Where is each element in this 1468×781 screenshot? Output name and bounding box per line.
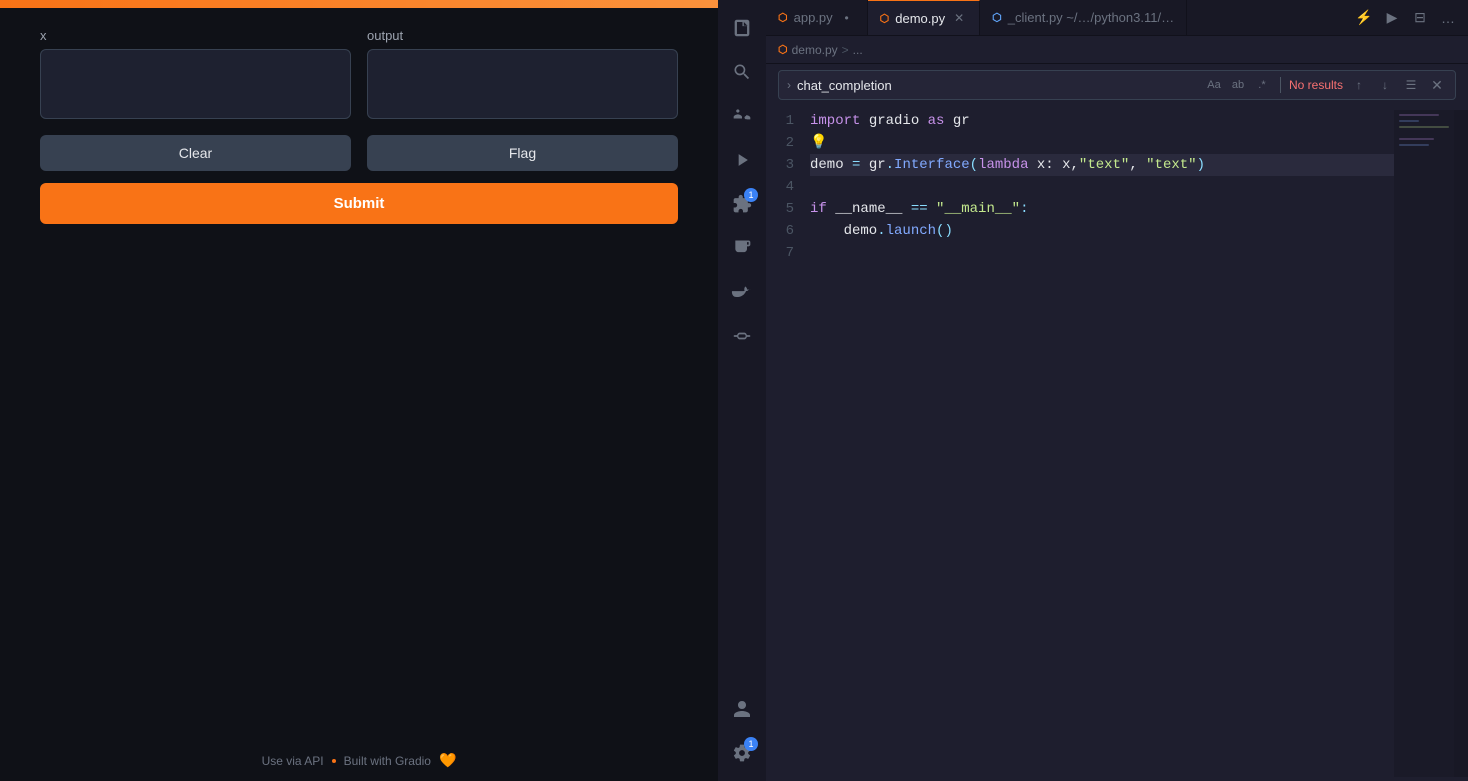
footer-dot1 xyxy=(332,759,336,763)
search-next-btn[interactable]: ↓ xyxy=(1375,75,1395,95)
output-textarea[interactable] xyxy=(367,49,678,119)
output-label: output xyxy=(367,28,678,43)
tab-actions: ⚡ ▶ ⊟ … xyxy=(1344,0,1468,35)
search-options: Aa ab .* xyxy=(1204,75,1272,95)
search-select-all-btn[interactable]: ☰ xyxy=(1401,75,1421,95)
line-num-7: 7 xyxy=(766,242,794,264)
code-line-4 xyxy=(810,176,1394,198)
search-close-btn[interactable]: ✕ xyxy=(1427,75,1447,95)
gradio-input-group-x: x xyxy=(40,28,351,119)
search-separator xyxy=(1280,77,1281,93)
line-num-3: 3 xyxy=(766,154,794,176)
clear-button[interactable]: Clear xyxy=(40,135,351,171)
activity-source-control-icon[interactable] xyxy=(722,96,762,136)
search-bar: › Aa ab .* No results ↑ ↓ ☰ ✕ xyxy=(778,70,1456,100)
extensions-badge: 1 xyxy=(744,188,758,202)
activity-bar: 1 1 xyxy=(718,0,766,781)
remote-tab-btn[interactable]: ⚡ xyxy=(1352,6,1376,30)
gradio-buttons-row: Clear Flag xyxy=(40,135,678,171)
vscode-panel: 1 1 xyxy=(718,0,1468,781)
tab-client-py[interactable]: ⬡ _client.py ~/…/python3.11/… xyxy=(980,0,1187,35)
activity-search-icon[interactable] xyxy=(722,52,762,92)
code-line-5: if __name__ == "__main__": xyxy=(810,198,1394,220)
code-content[interactable]: import gradio as gr 💡 demo = gr.Interfac… xyxy=(806,110,1394,777)
code-line-3: demo = gr.Interface(lambda x: x,"text", … xyxy=(810,154,1394,176)
activity-extensions-icon[interactable]: 1 xyxy=(722,184,762,224)
breadcrumb-icon: ⬡ xyxy=(778,43,788,56)
gradio-footer: Use via API Built with Gradio 🧡 xyxy=(0,752,718,769)
tab-demo-py[interactable]: ⬡ demo.py ✕ xyxy=(868,0,980,35)
gradio-input-group-output: output xyxy=(367,28,678,119)
footer-built-text: Built with Gradio xyxy=(344,754,431,768)
whole-word-btn[interactable]: ab xyxy=(1228,75,1248,95)
tab-py-icon-app: ⬡ xyxy=(778,11,788,24)
code-line-6: demo.launch() xyxy=(810,220,1394,242)
code-line-2: 💡 xyxy=(810,132,1394,154)
activity-settings2-icon[interactable] xyxy=(722,316,762,356)
tab-label-demo: demo.py xyxy=(895,11,945,26)
gradio-panel: x output Clear Flag Submit Use via API B… xyxy=(0,0,718,781)
split-tab-btn[interactable]: ⊟ xyxy=(1408,6,1432,30)
breadcrumb: ⬡ demo.py > ... xyxy=(766,36,1468,64)
activity-run-icon[interactable] xyxy=(722,140,762,180)
code-line-7 xyxy=(810,242,1394,264)
search-input[interactable] xyxy=(797,78,1198,93)
breadcrumb-sep: > xyxy=(842,43,849,57)
tab-label-app: app.py xyxy=(794,10,833,25)
breadcrumb-file[interactable]: demo.py xyxy=(792,43,838,57)
tab-close-demo[interactable]: ✕ xyxy=(951,10,967,26)
more-tab-btn[interactable]: … xyxy=(1436,6,1460,30)
activity-remote-icon[interactable] xyxy=(722,228,762,268)
minimap xyxy=(1394,110,1454,777)
match-case-btn[interactable]: Aa xyxy=(1204,75,1224,95)
code-editor: 1 2 3 4 5 6 7 import gradio as gr 💡 demo… xyxy=(766,106,1468,781)
tab-py-icon-client: ⬡ xyxy=(992,11,1002,24)
scrollbar-area[interactable] xyxy=(1454,110,1468,777)
breadcrumb-section[interactable]: ... xyxy=(853,43,863,57)
flag-button[interactable]: Flag xyxy=(367,135,678,171)
tab-py-icon-demo: ⬡ xyxy=(880,12,890,25)
input-label-x: x xyxy=(40,28,351,43)
activity-gear-icon[interactable]: 1 xyxy=(722,733,762,773)
input-textarea-x[interactable] xyxy=(40,49,351,119)
gear-badge: 1 xyxy=(744,737,758,751)
gradio-content: x output Clear Flag Submit xyxy=(0,8,718,781)
line-num-4: 4 xyxy=(766,176,794,198)
line-num-2: 2 xyxy=(766,132,794,154)
tab-label-client: _client.py ~/…/python3.11/… xyxy=(1008,10,1174,25)
tab-close-app[interactable]: • xyxy=(839,10,855,26)
no-results-text: No results xyxy=(1289,78,1343,92)
footer-api-text[interactable]: Use via API xyxy=(262,754,324,768)
gradio-inputs-row: x output xyxy=(40,28,678,119)
gradio-logo-icon: 🧡 xyxy=(439,752,456,769)
search-chevron-icon[interactable]: › xyxy=(787,78,791,92)
code-line-1: import gradio as gr xyxy=(810,110,1394,132)
line-num-5: 5 xyxy=(766,198,794,220)
run-tab-btn[interactable]: ▶ xyxy=(1380,6,1404,30)
submit-button[interactable]: Submit xyxy=(40,183,678,224)
search-prev-btn[interactable]: ↑ xyxy=(1349,75,1369,95)
activity-account-icon[interactable] xyxy=(722,689,762,729)
regex-btn[interactable]: .* xyxy=(1252,75,1272,95)
line-num-1: 1 xyxy=(766,110,794,132)
activity-explorer-icon[interactable] xyxy=(722,8,762,48)
activity-docker-icon[interactable] xyxy=(722,272,762,312)
editor-area: ⬡ app.py • ⬡ demo.py ✕ ⬡ _client.py ~/…/… xyxy=(766,0,1468,781)
gradio-top-bar xyxy=(0,0,718,8)
line-num-6: 6 xyxy=(766,220,794,242)
line-numbers: 1 2 3 4 5 6 7 xyxy=(766,110,806,777)
tab-app-py[interactable]: ⬡ app.py • xyxy=(766,0,868,35)
tab-bar: ⬡ app.py • ⬡ demo.py ✕ ⬡ _client.py ~/…/… xyxy=(766,0,1468,36)
